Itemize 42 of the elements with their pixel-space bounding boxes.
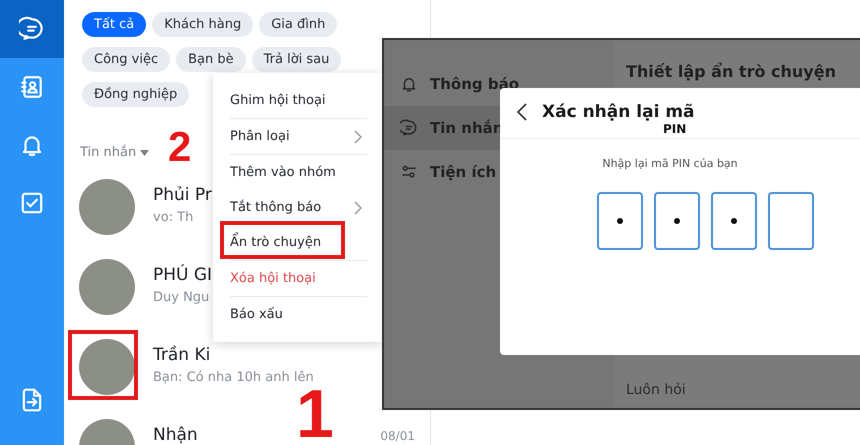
filter-chip[interactable]: Công việc: [82, 47, 170, 72]
filter-chip[interactable]: Khách hàng: [152, 12, 254, 37]
message-preview: Duy Ngu: [153, 290, 210, 305]
menu-item[interactable]: Tắt thông báo: [213, 190, 383, 225]
contact-name: Nhận: [153, 425, 198, 445]
contact-name: Trần Ki: [153, 345, 210, 365]
caret-down-icon: [140, 150, 150, 156]
option-label: Luôn hỏi: [626, 382, 687, 398]
contact-name: Phủi Pr: [153, 185, 212, 205]
filter-chip[interactable]: Gia đình: [259, 12, 338, 37]
sidebar-tab[interactable]: [0, 0, 64, 58]
filter-chip[interactable]: Tất cả: [82, 12, 146, 37]
filter-chip[interactable]: Bạn bè: [176, 47, 246, 72]
menu-item[interactable]: Ghim hội thoại: [213, 83, 383, 118]
menu-item[interactable]: Ẩn trò chuyện: [213, 225, 383, 260]
settings-heading: Thiết lập ẩn trò chuyện: [626, 62, 837, 81]
dialog-title: PIN: [663, 122, 688, 136]
pin-prompt: Nhập lại mã PIN của bạn: [601, 157, 739, 170]
pin-digit-field[interactable]: [597, 192, 643, 250]
menu-item[interactable]: Phân loại: [213, 119, 383, 154]
filter-chip[interactable]: Đồng nghiệp: [82, 82, 190, 107]
pin-digit-field[interactable]: [711, 192, 757, 250]
chevron-right-icon: [353, 128, 363, 144]
filter-chip[interactable]: Trả lời sau: [252, 47, 342, 72]
bell-icon: [400, 75, 418, 93]
back-button[interactable]: [516, 102, 528, 122]
checkbox-icon: [19, 190, 45, 216]
menu-item[interactable]: Thêm vào nhóm: [213, 155, 383, 190]
pin-digit-field[interactable]: [768, 192, 814, 250]
menu-item[interactable]: Báo xấu: [213, 297, 383, 332]
chat-bubble-icon: [19, 16, 45, 42]
step-number: 2: [168, 126, 192, 168]
menu-item[interactable]: Xóa hội thoại: [213, 261, 383, 296]
chevron-right-icon: [353, 200, 363, 216]
pin-digit-field[interactable]: [654, 192, 700, 250]
list-header: Tin nhắn: [80, 145, 136, 160]
message-preview: vo: Th: [153, 210, 194, 225]
chevron-left-icon: [516, 102, 528, 122]
contact-book-icon: [19, 74, 45, 100]
message-time: 08/01: [380, 429, 415, 443]
contact-name: PHÚ GI: [153, 265, 212, 285]
chat-bubble-icon: [400, 119, 418, 137]
